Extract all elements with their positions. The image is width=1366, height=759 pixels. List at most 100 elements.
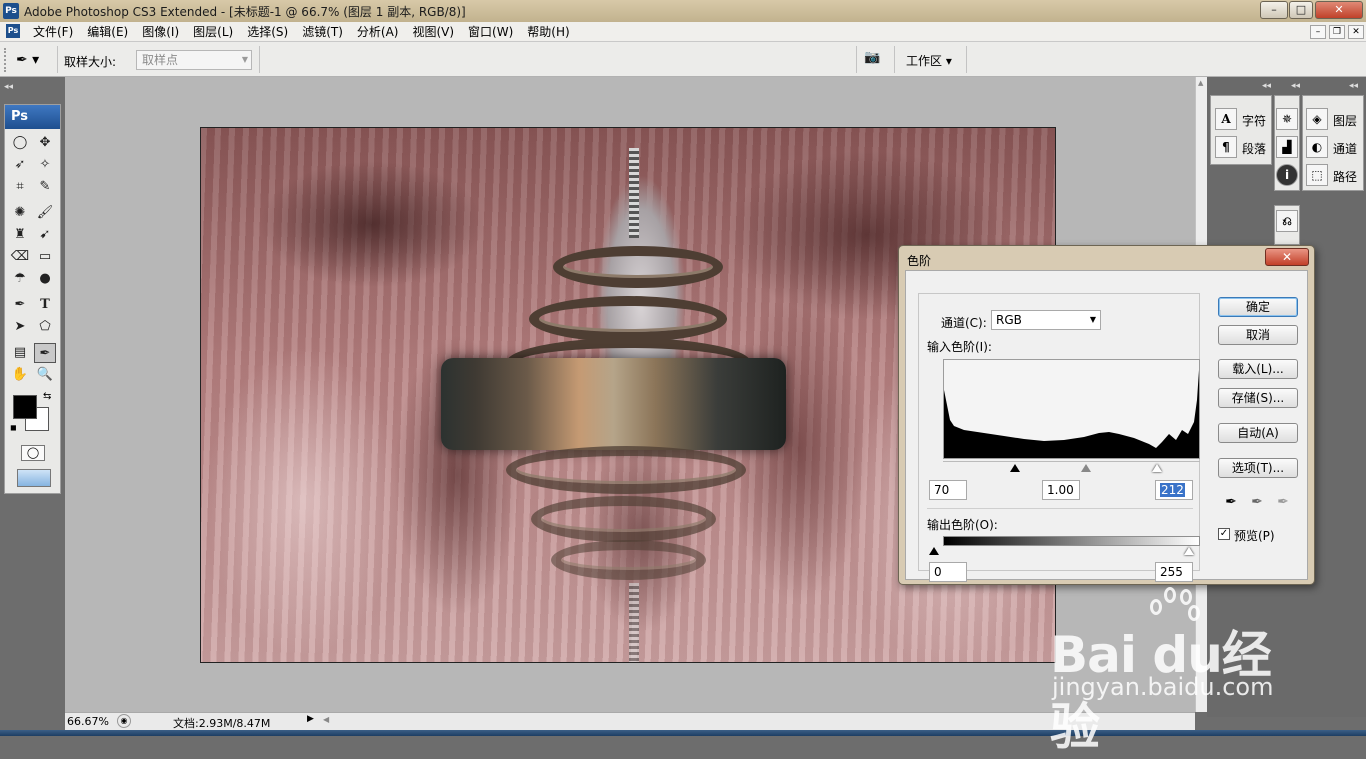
paths-panel-label[interactable]: 路径	[1333, 168, 1357, 185]
quick-mask-icon[interactable]: ◯	[21, 445, 45, 461]
notes-tool-icon[interactable]: ▤	[9, 343, 31, 363]
input-gamma-slider[interactable]	[1081, 464, 1091, 472]
options-separator	[894, 46, 895, 73]
paragraph-icon[interactable]: ¶	[1215, 136, 1237, 158]
tower-mast-reflection	[629, 583, 639, 662]
channels-panel-label[interactable]: 通道	[1333, 140, 1357, 157]
white-eyedropper-icon[interactable]: ✒	[1274, 493, 1292, 511]
output-black-slider[interactable]	[929, 547, 939, 555]
options-grip[interactable]	[4, 48, 10, 72]
close-button[interactable]: ✕	[1315, 1, 1363, 19]
black-eyedropper-icon[interactable]: ✒	[1222, 493, 1240, 511]
status-menu-arrow-icon[interactable]: ▶	[307, 714, 319, 728]
dock-collapse-icon[interactable]: ◂◂	[1349, 81, 1358, 91]
doc-restore-button[interactable]: ❐	[1329, 25, 1345, 39]
dodge-tool-icon[interactable]: ●	[34, 269, 56, 289]
zoom-level[interactable]: 66.67%	[67, 715, 109, 728]
menu-image[interactable]: 图像(I)	[135, 24, 186, 40]
save-button[interactable]: 存储(S)...	[1218, 388, 1298, 408]
foreground-color-swatch[interactable]	[13, 395, 37, 419]
screen-mode-icon[interactable]	[17, 469, 51, 487]
input-white-point-slider[interactable]	[1152, 464, 1162, 472]
history-icon[interactable]: ⎌	[1276, 210, 1298, 232]
default-colors-icon[interactable]: ◼	[10, 423, 17, 432]
blur-tool-icon[interactable]: ☂	[9, 269, 31, 289]
layers-icon[interactable]: ◈	[1306, 108, 1328, 130]
gray-eyedropper-icon[interactable]: ✒	[1248, 493, 1266, 511]
swap-colors-icon[interactable]: ⇆	[43, 391, 51, 402]
scroll-up-icon[interactable]: ▲	[1198, 79, 1203, 87]
history-panel-group: ⎌	[1274, 205, 1300, 245]
input-black-point-slider[interactable]	[1010, 464, 1020, 472]
doc-minimize-button[interactable]: –	[1310, 25, 1326, 39]
shape-tool-icon[interactable]: ⬠	[34, 317, 56, 337]
input-white-value: 212	[1160, 483, 1185, 497]
minimize-button[interactable]: –	[1260, 1, 1288, 19]
toolbox-collapse-icon[interactable]: ◂◂	[4, 82, 13, 92]
load-button[interactable]: 载入(L)...	[1218, 359, 1298, 379]
input-white-field[interactable]: 212	[1155, 480, 1193, 500]
dock-collapse-icon[interactable]: ◂◂	[1291, 81, 1300, 91]
paragraph-panel-label[interactable]: 段落	[1242, 140, 1266, 157]
levels-close-button[interactable]: ✕	[1265, 248, 1309, 266]
menu-view[interactable]: 视图(V)	[405, 24, 461, 40]
cancel-button[interactable]: 取消	[1218, 325, 1298, 345]
slice-tool-icon[interactable]: ✎	[34, 177, 56, 197]
eraser-tool-icon[interactable]: ⌫	[9, 247, 31, 267]
clone-stamp-tool-icon[interactable]: ♜	[9, 225, 31, 245]
bridge-icon[interactable]: 📷	[864, 50, 890, 70]
histogram-icon[interactable]: ▟	[1276, 136, 1298, 158]
eyedropper-tool-preset-icon[interactable]: ✒ ▾	[16, 50, 54, 70]
navigator-icon[interactable]: ✵	[1276, 108, 1298, 130]
preview-checkbox[interactable]: ✓	[1218, 528, 1230, 540]
options-bar: ✒ ▾ 取样大小: 取样点 ▼ 📷 工作区 ▾	[0, 42, 1366, 77]
input-gamma-field[interactable]: 1.00	[1042, 480, 1080, 500]
lasso-tool-icon[interactable]: ➶	[9, 155, 31, 175]
paths-icon[interactable]: ⬚	[1306, 164, 1328, 186]
brush-tool-icon[interactable]: 🖌	[34, 203, 56, 223]
workspace-menu[interactable]: 工作区 ▾	[906, 52, 952, 69]
menu-filter[interactable]: 滤镜(T)	[295, 24, 350, 40]
channels-icon[interactable]: ◐	[1306, 136, 1328, 158]
ok-button[interactable]: 确定	[1218, 297, 1298, 317]
character-icon[interactable]: A	[1215, 108, 1237, 130]
channel-select[interactable]: RGB ▼	[991, 310, 1101, 330]
options-button[interactable]: 选项(T)...	[1218, 458, 1298, 478]
marquee-tool-icon[interactable]: ◯	[9, 133, 31, 153]
dock-collapse-icon[interactable]: ◂◂	[1262, 81, 1271, 91]
eyedropper-tool-icon[interactable]: ✒	[34, 343, 56, 363]
output-black-field[interactable]: 0	[929, 562, 967, 582]
crop-tool-icon[interactable]: ⌗	[9, 177, 31, 197]
character-panel-label[interactable]: 字符	[1242, 112, 1266, 129]
menu-file[interactable]: 文件(F)	[26, 24, 80, 40]
type-tool-icon[interactable]: T	[34, 295, 56, 315]
path-selection-tool-icon[interactable]: ➤	[9, 317, 31, 337]
sample-size-select[interactable]: 取样点 ▼	[136, 50, 252, 70]
maximize-button[interactable]: □	[1289, 1, 1313, 19]
healing-brush-tool-icon[interactable]: ✺	[9, 203, 31, 223]
pen-tool-icon[interactable]: ✒	[9, 295, 31, 315]
doc-close-button[interactable]: ✕	[1348, 25, 1364, 39]
menu-edit[interactable]: 编辑(E)	[80, 24, 135, 40]
move-tool-icon[interactable]: ✥	[34, 133, 56, 153]
status-info-icon[interactable]: ◉	[117, 714, 131, 728]
output-gradient-bar	[943, 536, 1200, 546]
menu-layer[interactable]: 图层(L)	[186, 24, 240, 40]
gradient-tool-icon[interactable]: ▭	[34, 247, 56, 267]
output-white-slider[interactable]	[1184, 547, 1194, 555]
output-white-field[interactable]: 255	[1155, 562, 1193, 582]
hand-tool-icon[interactable]: ✋	[9, 365, 31, 385]
menu-analysis[interactable]: 分析(A)	[350, 24, 406, 40]
magic-wand-tool-icon[interactable]: ✧	[34, 155, 56, 175]
input-black-field[interactable]: 70	[929, 480, 967, 500]
auto-button[interactable]: 自动(A)	[1218, 423, 1298, 443]
info-icon[interactable]: i	[1276, 164, 1298, 186]
menu-select[interactable]: 选择(S)	[240, 24, 295, 40]
scroll-left-icon[interactable]: ◀	[323, 715, 329, 724]
history-brush-tool-icon[interactable]: ➹	[34, 225, 56, 245]
sample-size-label: 取样大小:	[64, 55, 117, 69]
zoom-tool-icon[interactable]: 🔍	[34, 365, 56, 385]
menu-help[interactable]: 帮助(H)	[520, 24, 576, 40]
menu-window[interactable]: 窗口(W)	[461, 24, 520, 40]
layers-panel-label[interactable]: 图层	[1333, 112, 1357, 129]
